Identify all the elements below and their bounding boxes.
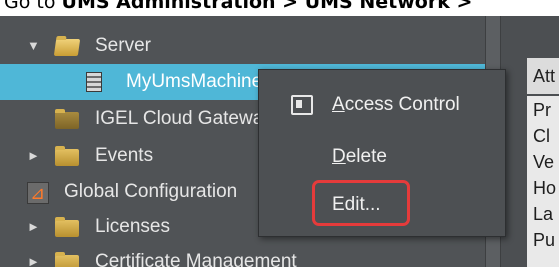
tree-item-label: Certificate Management (95, 251, 297, 267)
instruction-text: Go to UMS Administration > UMS Network > (4, 0, 559, 16)
menu-item-rest: elete (345, 146, 387, 167)
global-configuration-icon (27, 175, 49, 211)
tree-item-label: Events (95, 145, 154, 166)
tree-item-label: MyUmsMachine (126, 71, 263, 92)
chevron-right-icon[interactable]: ► (27, 138, 40, 174)
tree-item-label: IGEL Cloud Gateway (95, 108, 273, 129)
tree-item-server[interactable]: ▼ Server (0, 28, 485, 64)
attribute-cell: Cl (533, 126, 550, 146)
tree-item-label: UMS Network (34, 16, 151, 26)
attribute-cell: Ho (533, 178, 557, 198)
chevron-down-icon[interactable]: ▼ (27, 28, 40, 64)
attribute-cell: Pr (533, 100, 551, 120)
folder-icon (55, 109, 79, 129)
menu-item-mnemonic: D (332, 146, 346, 167)
menu-item-access-control[interactable]: Access Control (259, 85, 507, 125)
menu-item-mnemonic: A (332, 94, 345, 115)
tree-item-certificate-management[interactable]: ► Certificate Management (0, 244, 485, 267)
tree-item-label: Server (95, 35, 151, 56)
tree-item-ums-network[interactable]: UMS Network (0, 16, 485, 26)
attribute-cell: Pu (533, 230, 556, 250)
menu-item-label: Access Control (332, 85, 460, 125)
folder-icon (55, 252, 79, 267)
chevron-right-icon[interactable]: ► (27, 244, 40, 267)
chevron-right-icon[interactable]: ► (27, 209, 40, 245)
folder-open-icon (53, 39, 81, 56)
menu-item-rest: ccess Control (344, 94, 460, 115)
server-icon (86, 72, 102, 92)
instruction-prefix: Go to (4, 0, 62, 13)
folder-icon (55, 217, 79, 237)
instruction-path: UMS Administration > UMS Network > (61, 0, 473, 13)
callout-highlight (312, 180, 410, 226)
access-control-icon (291, 95, 313, 115)
tree-item-label: Licenses (95, 216, 170, 237)
menu-item-delete[interactable]: Delete (259, 137, 507, 177)
tree-item-label: Global Configuration (64, 181, 238, 202)
folder-icon (55, 146, 79, 166)
menu-item-label: Delete (332, 137, 387, 177)
attribute-column-header[interactable]: Att (527, 58, 559, 94)
attribute-cell: La (533, 204, 554, 224)
attribute-cell: Ve (533, 152, 555, 172)
